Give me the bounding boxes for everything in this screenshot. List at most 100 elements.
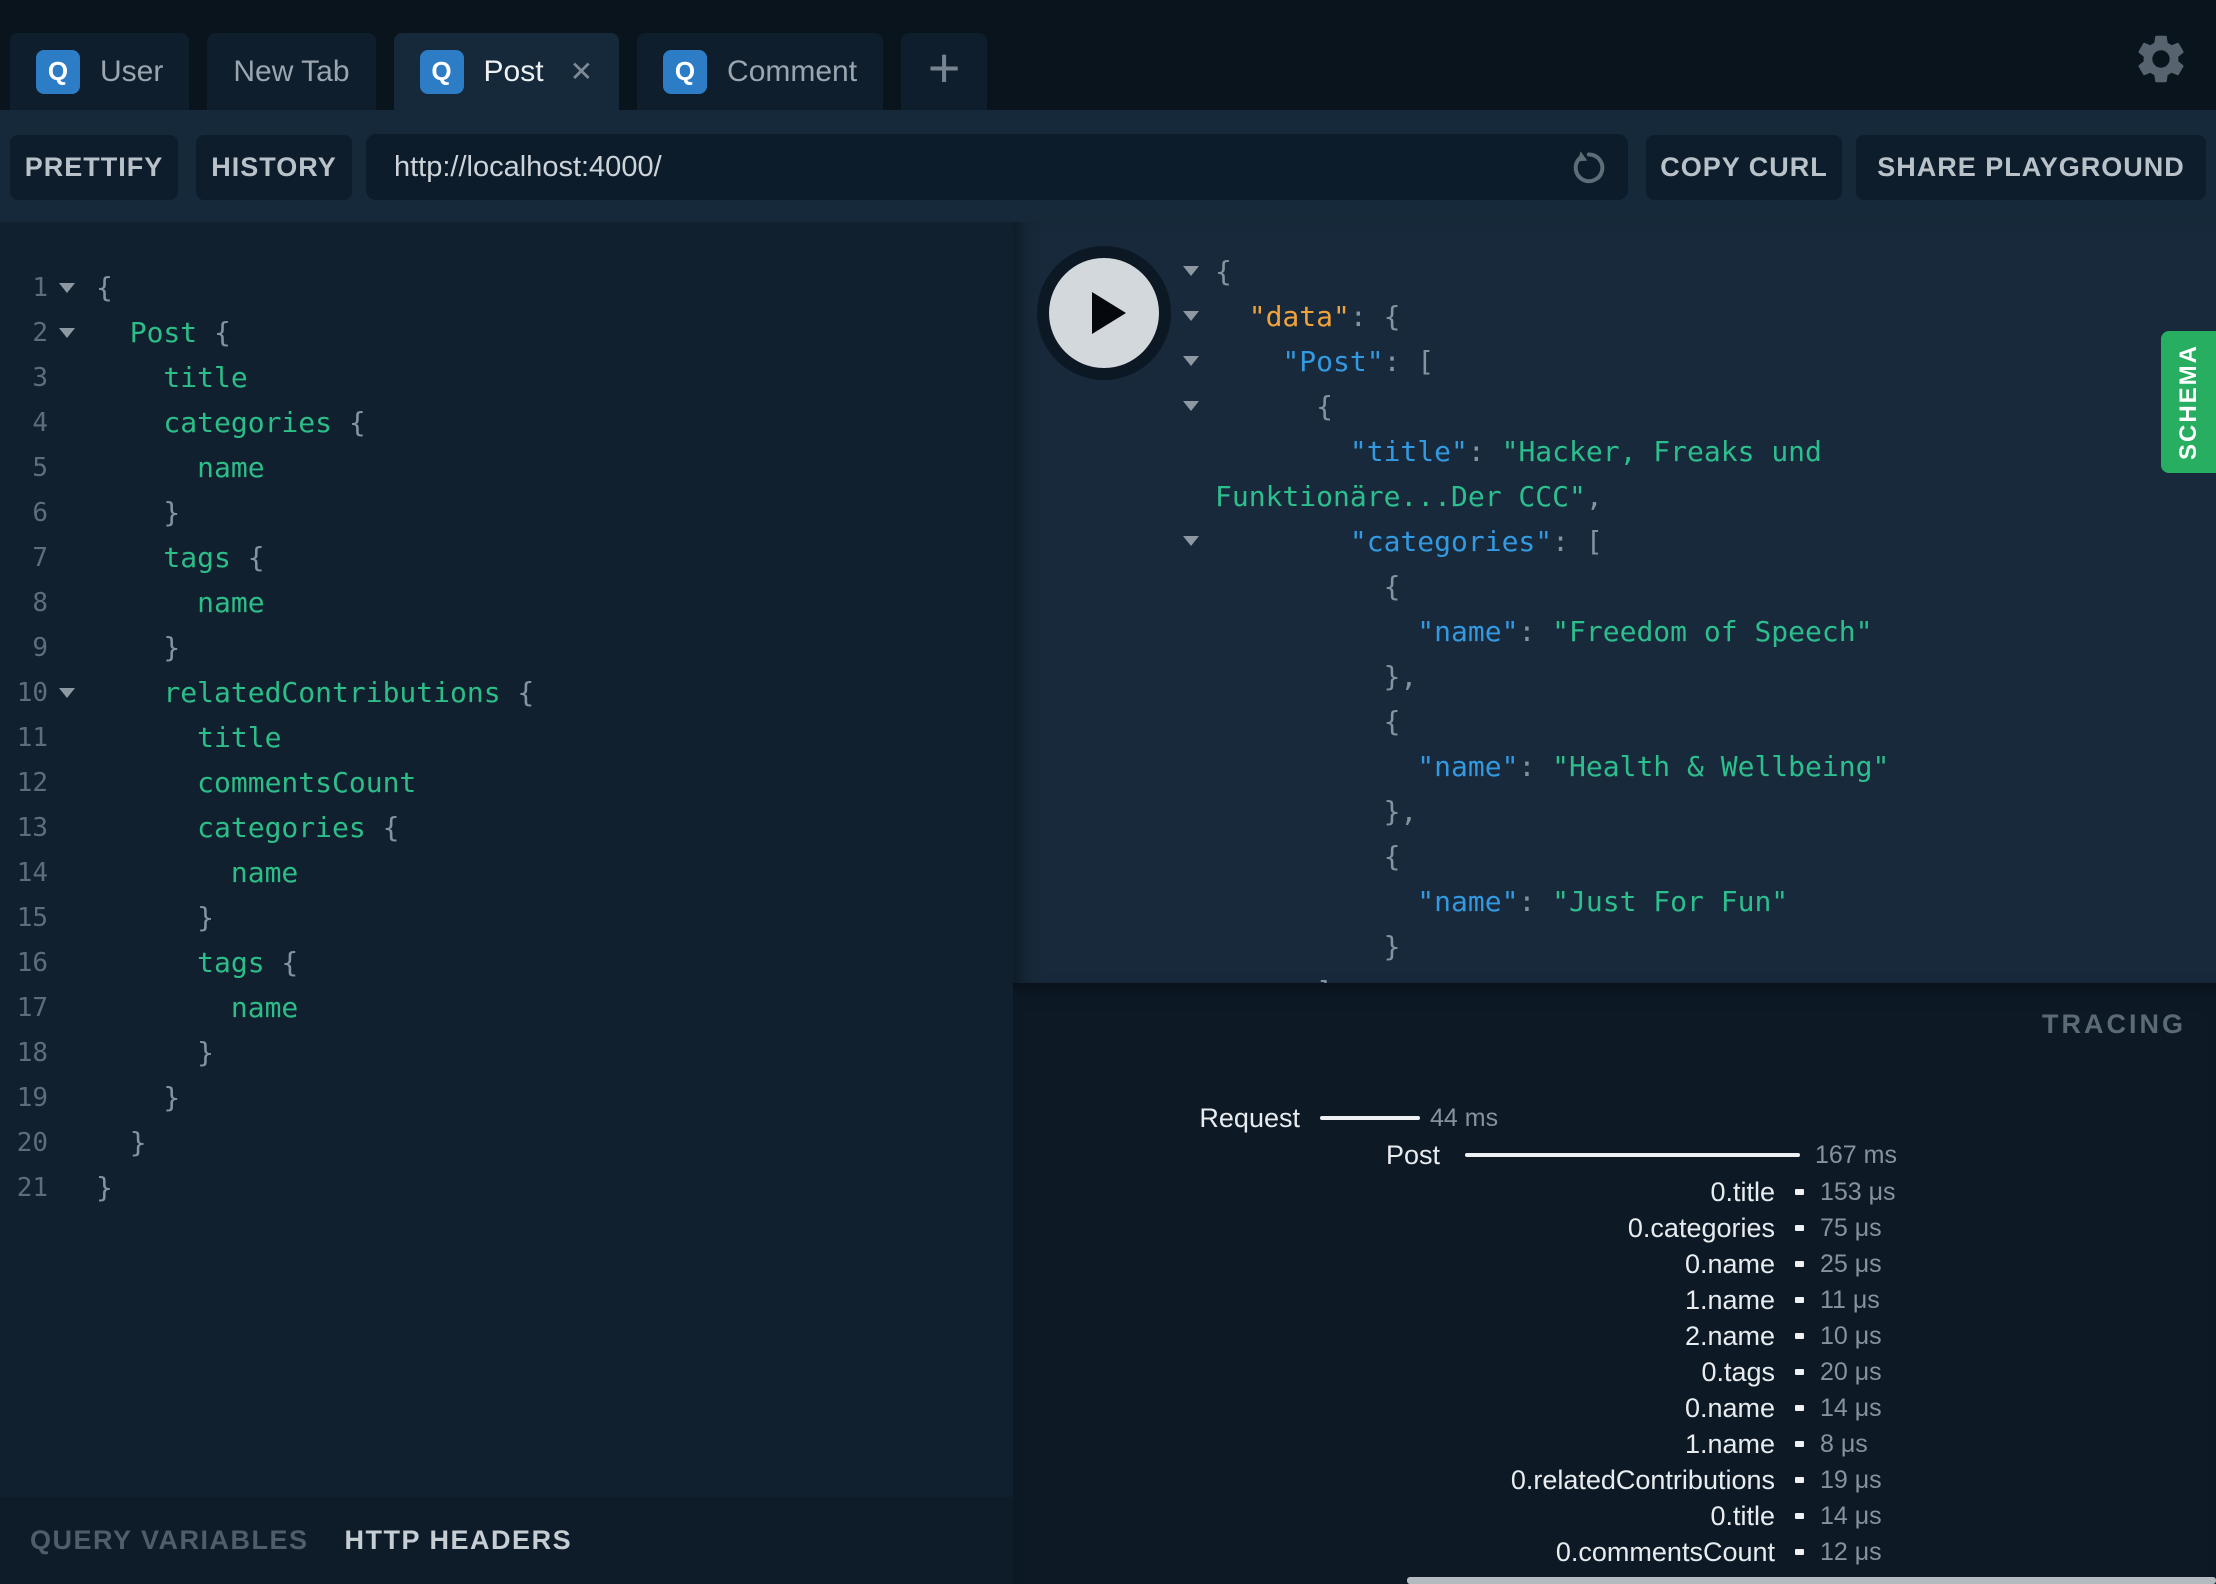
tracing-row-label: Request: [1199, 1103, 1300, 1133]
history-button[interactable]: HISTORY: [196, 135, 352, 200]
editor-footer: QUERY VARIABLES HTTP HEADERS: [0, 1497, 1013, 1584]
response-line: }: [1013, 924, 2216, 969]
tracing-row-time: 44 ms: [1430, 1104, 1499, 1132]
execute-button[interactable]: [1037, 246, 1171, 380]
response-line-code: {: [1215, 705, 1401, 738]
fold-arrow-icon[interactable]: [59, 687, 75, 698]
response-line: "name": "Freedom of Speech": [1013, 609, 2216, 654]
query-line: 2 Post {: [0, 310, 1013, 355]
graphql-playground-window: Q User New Tab Q Post ✕ Q Comment + PRETTIFY HIS…: [0, 0, 2216, 1584]
tracing-row: 1.name 11 μs: [1013, 1282, 2216, 1318]
line-number: 2: [32, 317, 48, 348]
tracing-duration-dash: [1795, 1261, 1804, 1267]
fold-arrow-icon[interactable]: [1183, 536, 1199, 546]
schema-tab[interactable]: SCHEMA: [2161, 331, 2216, 473]
response-viewer: { "data": { "Post": [ { "title": "Hacker…: [1013, 222, 2216, 983]
tab-strip: Q User New Tab Q Post ✕ Q Comment +: [10, 0, 988, 110]
close-tab-icon[interactable]: ✕: [570, 57, 593, 86]
tracing-row: 0.tags 20 μs: [1013, 1354, 2216, 1390]
query-line: 13 categories {: [0, 805, 1013, 850]
response-line: {: [1013, 384, 2216, 429]
query-line: 12 commentsCount: [0, 760, 1013, 805]
tab-label: Post: [483, 54, 544, 88]
horizontal-scrollbar[interactable]: [1407, 1577, 2216, 1584]
tracing-row-time: 12 μs: [1820, 1538, 1882, 1566]
query-line-code: commentsCount: [96, 766, 417, 799]
http-headers-tab[interactable]: HTTP HEADERS: [345, 1525, 573, 1556]
line-number: 9: [32, 632, 48, 663]
tracing-row-label: 0.categories: [1627, 1213, 1775, 1243]
tracing-row-time: 14 μs: [1820, 1502, 1882, 1530]
fold-arrow-icon[interactable]: [59, 327, 75, 338]
tab-label: User: [100, 54, 164, 88]
query-line: 6 }: [0, 490, 1013, 535]
response-line-code: "name": "Health & Wellbeing": [1215, 750, 1890, 783]
fold-arrow-icon[interactable]: [1183, 311, 1199, 321]
tab-new-tab[interactable]: New Tab: [207, 33, 376, 110]
query-badge: Q: [663, 49, 708, 94]
tab-label: Comment: [727, 54, 858, 88]
tracing-duration-dash: [1795, 1189, 1804, 1195]
tracing-row-time: 8 μs: [1820, 1430, 1868, 1458]
fold-arrow-icon[interactable]: [1183, 401, 1199, 411]
tab-post[interactable]: Q Post ✕: [393, 33, 620, 110]
tracing-row: 0.title 14 μs: [1013, 1498, 2216, 1534]
response-line-code: }: [1215, 930, 1401, 963]
query-line: 5 name: [0, 445, 1013, 490]
line-number: 12: [16, 767, 48, 798]
response-line: {: [1013, 249, 2216, 294]
tab-user[interactable]: Q User: [10, 33, 190, 110]
line-number: 5: [32, 452, 48, 483]
query-editor[interactable]: 1{2 Post {3 title 4 categories {5 name 6 }…: [0, 222, 1013, 1497]
tracing-duration-dash: [1795, 1405, 1804, 1411]
tracing-row: Request 44 ms: [1013, 1100, 2216, 1136]
fold-arrow-icon[interactable]: [59, 282, 75, 293]
tracing-row-time: 11 μs: [1820, 1286, 1880, 1314]
refresh-schema-icon[interactable]: [1568, 147, 1608, 187]
query-line-code: }: [96, 1126, 147, 1159]
fold-arrow-icon[interactable]: [1183, 266, 1199, 276]
tracing-duration-dash: [1795, 1513, 1804, 1519]
endpoint-url-input[interactable]: http://localhost:4000/: [366, 134, 1628, 200]
tab-comment[interactable]: Q Comment: [637, 33, 884, 110]
query-line: 3 title: [0, 355, 1013, 400]
settings-gear-icon[interactable]: [2132, 30, 2190, 88]
query-line: 7 tags {: [0, 535, 1013, 580]
query-line-code: }: [96, 1081, 181, 1114]
tracing-row-time: 14 μs: [1820, 1394, 1882, 1422]
query-line: 10 relatedContributions {: [0, 670, 1013, 715]
tracing-row-time: 20 μs: [1820, 1358, 1882, 1386]
query-line-code: title: [96, 361, 248, 394]
query-line-code: tags {: [96, 946, 299, 979]
query-line-code: }: [96, 901, 215, 934]
query-variables-tab[interactable]: QUERY VARIABLES: [30, 1525, 309, 1556]
response-line: {: [1013, 564, 2216, 609]
tracing-duration-dash: [1795, 1441, 1804, 1447]
query-line-code: {: [96, 271, 113, 304]
new-tab-button[interactable]: +: [901, 33, 988, 110]
line-number: 8: [32, 587, 48, 618]
tracing-row-time: 153 μs: [1820, 1178, 1896, 1206]
query-line-code: categories {: [96, 811, 400, 844]
tracing-duration-dash: [1795, 1369, 1804, 1375]
query-line: 21}: [0, 1165, 1013, 1210]
query-line-code: categories {: [96, 406, 366, 439]
prettify-button[interactable]: PRETTIFY: [10, 135, 178, 200]
line-number: 21: [16, 1172, 48, 1203]
fold-arrow-slot: [54, 327, 80, 338]
line-number: 14: [16, 857, 48, 888]
tracing-row-label: 1.name: [1684, 1285, 1775, 1315]
fold-arrow-icon[interactable]: [1183, 356, 1199, 366]
response-line-code: {: [1215, 570, 1401, 603]
copy-curl-button[interactable]: COPY CURL: [1646, 135, 1842, 200]
share-playground-button[interactable]: SHARE PLAYGROUND: [1856, 135, 2206, 200]
query-line: 9 }: [0, 625, 1013, 670]
response-line: "title": "Hacker, Freaks und: [1013, 429, 2216, 474]
query-editor-lines: 1{2 Post {3 title 4 categories {5 name 6 }…: [0, 222, 1013, 1210]
endpoint-url-text: http://localhost:4000/: [394, 150, 662, 183]
tracing-row-time: 25 μs: [1820, 1250, 1882, 1278]
tab-label: New Tab: [233, 54, 350, 88]
tracing-row: 0.commentsCount 12 μs: [1013, 1534, 2216, 1570]
query-line: 16 tags {: [0, 940, 1013, 985]
query-line-code: relatedContributions {: [96, 676, 535, 709]
